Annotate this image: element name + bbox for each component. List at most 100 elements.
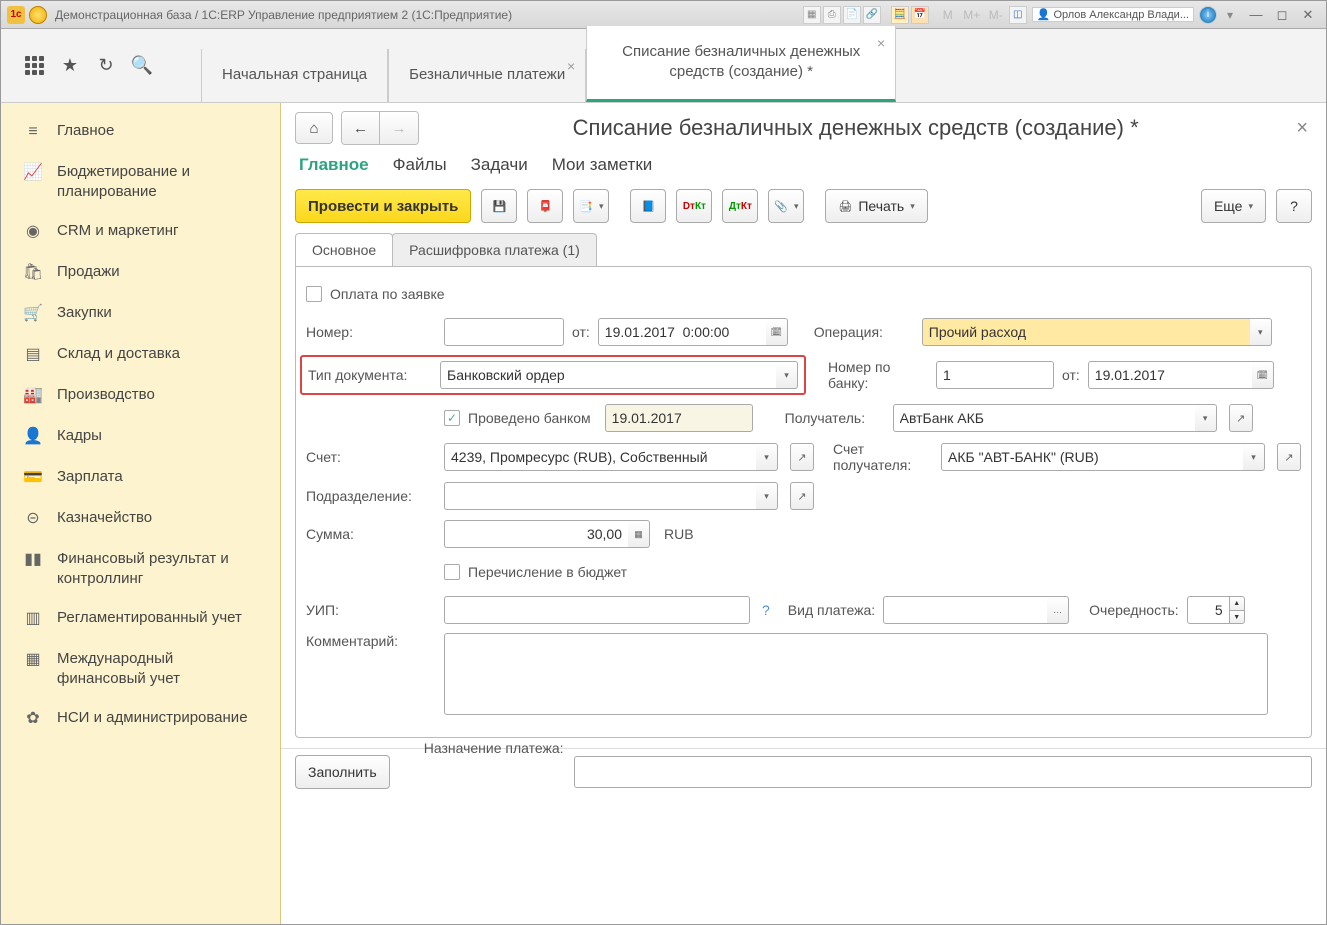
- info-icon[interactable]: i: [1199, 6, 1217, 24]
- tab-payments[interactable]: Безналичные платежи×: [388, 49, 586, 103]
- forward-button[interactable]: →: [380, 112, 418, 144]
- spin-up-icon[interactable]: ▲: [1229, 596, 1245, 610]
- sidebar-item-production[interactable]: 🏭Производство: [1, 375, 280, 416]
- sidebar-item-finresult[interactable]: ▮▮Финансовый результат и контроллинг: [1, 539, 280, 598]
- memory-m[interactable]: M: [938, 6, 958, 24]
- priority-input[interactable]: [1187, 596, 1229, 624]
- toolbar-icon-2[interactable]: ⎙: [823, 6, 841, 24]
- bank-posted-checkbox[interactable]: ✓: [444, 410, 460, 426]
- post-and-close-button[interactable]: Провести и закрыть: [295, 189, 471, 223]
- sidebar-item-warehouse[interactable]: ▤Склад и доставка: [1, 334, 280, 375]
- dtkt2-button[interactable]: ДтКт: [722, 189, 758, 223]
- sum-input[interactable]: [444, 520, 628, 548]
- chevron-down-icon[interactable]: ▾: [1195, 404, 1217, 432]
- number-input[interactable]: [444, 318, 564, 346]
- memory-mplus[interactable]: M+: [962, 6, 982, 24]
- chevron-down-icon[interactable]: ▾: [756, 443, 778, 471]
- calculator-icon[interactable]: 🧮: [891, 6, 909, 24]
- apps-icon[interactable]: [23, 55, 45, 77]
- sidebar-item-crm[interactable]: ◉CRM и маркетинг: [1, 211, 280, 252]
- bank-posted-date[interactable]: [605, 404, 753, 432]
- sidebar-item-hr[interactable]: 👤Кадры: [1, 416, 280, 457]
- open-icon[interactable]: ↗: [790, 443, 814, 471]
- create-based-button[interactable]: 📑▾: [573, 189, 609, 223]
- department-select[interactable]: [444, 482, 756, 510]
- ellipsis-icon[interactable]: …: [1047, 596, 1069, 624]
- sidebar-item-sales[interactable]: 🛍Продажи: [1, 252, 280, 293]
- home-button[interactable]: ⌂: [295, 112, 333, 144]
- calendar-icon[interactable]: 📅: [911, 6, 929, 24]
- sidebar-item-admin[interactable]: ✿НСИ и администрирование: [1, 698, 280, 739]
- memory-mminus[interactable]: M-: [986, 6, 1006, 24]
- doc-tab-tasks[interactable]: Задачи: [471, 155, 528, 175]
- close-document-icon[interactable]: ×: [1292, 117, 1312, 140]
- account-select[interactable]: [444, 443, 756, 471]
- back-button[interactable]: ←: [342, 112, 380, 144]
- recipient-select[interactable]: [893, 404, 1195, 432]
- sidebar-item-purchase[interactable]: 🛒Закупки: [1, 293, 280, 334]
- doc-tab-notes[interactable]: Мои заметки: [552, 155, 653, 175]
- chevron-down-icon[interactable]: ▾: [756, 482, 778, 510]
- priority-stepper[interactable]: ▲▼: [1187, 596, 1245, 624]
- bank-date-input[interactable]: [1088, 361, 1252, 389]
- report-button[interactable]: 📘: [630, 189, 666, 223]
- help-button[interactable]: ?: [1276, 189, 1312, 223]
- search-icon[interactable]: 🔍: [131, 55, 153, 77]
- payment-type-select[interactable]: [883, 596, 1047, 624]
- sidebar-item-intlaccount[interactable]: ▦Международный финансовый учет: [1, 639, 280, 698]
- chevron-down-icon[interactable]: ▾: [1243, 443, 1265, 471]
- more-button[interactable]: Еще▾: [1201, 189, 1266, 223]
- panel-icon[interactable]: ◫: [1009, 6, 1027, 24]
- sidebar-item-budget[interactable]: 📈Бюджетирование и планирование: [1, 152, 280, 211]
- purpose-input[interactable]: [574, 756, 1312, 788]
- doc-tab-main[interactable]: Главное: [299, 155, 369, 175]
- doctype-select[interactable]: [440, 361, 776, 389]
- open-icon[interactable]: ↗: [1277, 443, 1301, 471]
- post-button[interactable]: 📮: [527, 189, 563, 223]
- user-badge[interactable]: 👤 Орлов Александр Влади...: [1032, 7, 1194, 22]
- toolbar-icon-1[interactable]: ▦: [803, 6, 821, 24]
- dtkt-button[interactable]: DтКт: [676, 189, 712, 223]
- open-icon[interactable]: ↗: [790, 482, 814, 510]
- to-budget-checkbox[interactable]: [444, 564, 460, 580]
- doc-tab-files[interactable]: Файлы: [393, 155, 447, 175]
- calculator-icon[interactable]: ▦: [628, 520, 650, 548]
- subtab-main[interactable]: Основное: [295, 233, 393, 266]
- attach-button[interactable]: 📎▾: [768, 189, 804, 223]
- bank-number-input[interactable]: [936, 361, 1054, 389]
- calendar-icon[interactable]: 🗓: [766, 318, 788, 346]
- pay-by-request-checkbox[interactable]: [306, 286, 322, 302]
- calendar-icon[interactable]: 🗓: [1252, 361, 1274, 389]
- recipient-acc-select[interactable]: [941, 443, 1243, 471]
- info-dd[interactable]: ▾: [1220, 6, 1240, 24]
- chevron-down-icon[interactable]: ▾: [776, 361, 798, 389]
- app-theme-icon[interactable]: [29, 6, 47, 24]
- close-icon[interactable]: ×: [567, 57, 575, 75]
- fill-button[interactable]: Заполнить: [295, 755, 390, 789]
- close-icon[interactable]: ×: [877, 34, 885, 52]
- toolbar-icon-3[interactable]: 📄: [843, 6, 861, 24]
- help-icon[interactable]: ?: [758, 602, 774, 618]
- save-button[interactable]: 💾: [481, 189, 517, 223]
- open-icon[interactable]: ↗: [1229, 404, 1253, 432]
- uip-input[interactable]: [444, 596, 750, 624]
- print-button[interactable]: 🖨Печать▾: [825, 189, 927, 223]
- tab-writeoff[interactable]: Списание безналичных денежных средств (с…: [586, 26, 896, 102]
- history-icon[interactable]: ↻: [95, 55, 117, 77]
- sidebar-item-treasury[interactable]: ⊝Казначейство: [1, 498, 280, 539]
- subtab-details[interactable]: Расшифровка платежа (1): [392, 233, 597, 266]
- chevron-down-icon[interactable]: ▾: [1250, 318, 1272, 346]
- operation-select[interactable]: [922, 318, 1250, 346]
- comment-textarea[interactable]: [444, 633, 1268, 715]
- maximize-icon[interactable]: ◻: [1270, 6, 1294, 24]
- toolbar-icon-4[interactable]: 🔗: [863, 6, 881, 24]
- date-input[interactable]: [598, 318, 766, 346]
- minimize-icon[interactable]: —: [1244, 6, 1268, 24]
- favorites-icon[interactable]: ★: [59, 55, 81, 77]
- sidebar-item-regaccount[interactable]: ▥Регламентированный учет: [1, 598, 280, 639]
- spin-down-icon[interactable]: ▼: [1229, 610, 1245, 624]
- close-window-icon[interactable]: ✕: [1296, 6, 1320, 24]
- sidebar-item-main[interactable]: ≡Главное: [1, 111, 280, 152]
- sidebar-item-salary[interactable]: 💳Зарплата: [1, 457, 280, 498]
- tab-home[interactable]: Начальная страница: [201, 49, 388, 103]
